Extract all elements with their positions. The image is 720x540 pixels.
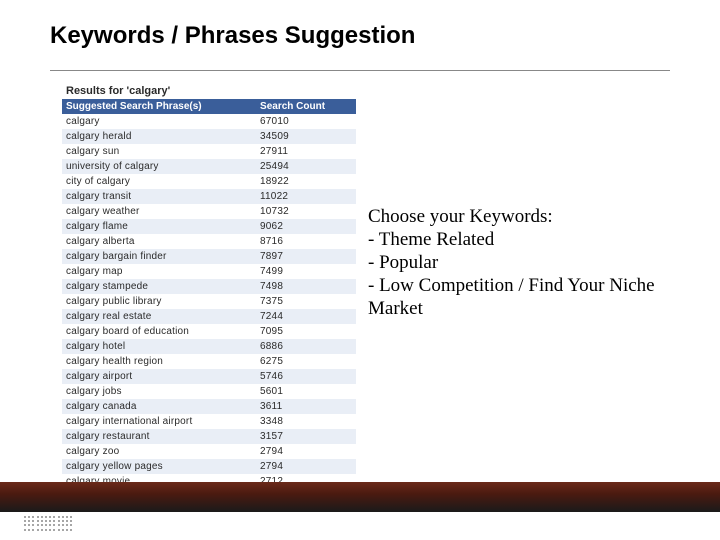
cell-phrase: calgary bbox=[62, 114, 256, 129]
cell-phrase: calgary board of education bbox=[62, 324, 256, 339]
cell-count: 7499 bbox=[256, 264, 356, 279]
page-title: Keywords / Phrases Suggestion bbox=[50, 22, 415, 50]
cell-phrase: calgary sun bbox=[62, 144, 256, 159]
col-phrase: Suggested Search Phrase(s) bbox=[62, 99, 256, 114]
cell-count: 3348 bbox=[256, 414, 356, 429]
tips-line: Choose your Keywords: bbox=[368, 205, 678, 228]
col-count: Search Count bbox=[256, 99, 356, 114]
cell-count: 7095 bbox=[256, 324, 356, 339]
table-row: calgary jobs5601 bbox=[62, 384, 356, 399]
cell-count: 7244 bbox=[256, 309, 356, 324]
tips-line: - Theme Related bbox=[368, 228, 678, 251]
cell-count: 2794 bbox=[256, 444, 356, 459]
table-row: calgary public library7375 bbox=[62, 294, 356, 309]
cell-phrase: calgary herald bbox=[62, 129, 256, 144]
cell-phrase: calgary canada bbox=[62, 399, 256, 414]
cell-count: 7498 bbox=[256, 279, 356, 294]
results-table: Suggested Search Phrase(s) Search Count … bbox=[62, 99, 356, 489]
table-row: city of calgary18922 bbox=[62, 174, 356, 189]
cell-phrase: calgary map bbox=[62, 264, 256, 279]
table-row: calgary map7499 bbox=[62, 264, 356, 279]
table-row: calgary bargain finder7897 bbox=[62, 249, 356, 264]
table-row: calgary transit11022 bbox=[62, 189, 356, 204]
cell-phrase: calgary hotel bbox=[62, 339, 256, 354]
cell-phrase: calgary stampede bbox=[62, 279, 256, 294]
title-divider bbox=[50, 70, 670, 71]
table-row: calgary zoo2794 bbox=[62, 444, 356, 459]
cell-phrase: calgary restaurant bbox=[62, 429, 256, 444]
table-row: university of calgary25494 bbox=[62, 159, 356, 174]
table-row: calgary yellow pages2794 bbox=[62, 459, 356, 474]
cell-count: 2794 bbox=[256, 459, 356, 474]
tips-line: - Low Competition / Find Your Niche Mark… bbox=[368, 274, 678, 320]
cell-phrase: calgary bargain finder bbox=[62, 249, 256, 264]
cell-count: 5746 bbox=[256, 369, 356, 384]
cell-count: 8716 bbox=[256, 234, 356, 249]
table-row: calgary herald34509 bbox=[62, 129, 356, 144]
cell-count: 34509 bbox=[256, 129, 356, 144]
cell-count: 6275 bbox=[256, 354, 356, 369]
table-row: calgary hotel6886 bbox=[62, 339, 356, 354]
tips-line: - Popular bbox=[368, 251, 678, 274]
cell-count: 25494 bbox=[256, 159, 356, 174]
cell-count: 3157 bbox=[256, 429, 356, 444]
table-row: calgary canada3611 bbox=[62, 399, 356, 414]
tips-text: Choose your Keywords: - Theme Related - … bbox=[368, 205, 678, 320]
table-row: calgary67010 bbox=[62, 114, 356, 129]
cell-count: 9062 bbox=[256, 219, 356, 234]
table-row: calgary stampede7498 bbox=[62, 279, 356, 294]
cell-phrase: city of calgary bbox=[62, 174, 256, 189]
table-row: calgary restaurant3157 bbox=[62, 429, 356, 444]
cell-count: 7375 bbox=[256, 294, 356, 309]
cell-phrase: calgary jobs bbox=[62, 384, 256, 399]
footer-bar bbox=[0, 482, 720, 512]
cell-phrase: calgary health region bbox=[62, 354, 256, 369]
table-row: calgary real estate7244 bbox=[62, 309, 356, 324]
slide: Keywords / Phrases Suggestion Results fo… bbox=[0, 0, 720, 540]
cell-count: 5601 bbox=[256, 384, 356, 399]
cell-count: 10732 bbox=[256, 204, 356, 219]
cell-phrase: calgary zoo bbox=[62, 444, 256, 459]
cell-phrase: calgary alberta bbox=[62, 234, 256, 249]
table-row: calgary airport5746 bbox=[62, 369, 356, 384]
table-row: calgary weather10732 bbox=[62, 204, 356, 219]
results-panel: Results for 'calgary' Suggested Search P… bbox=[62, 84, 356, 489]
cell-phrase: calgary yellow pages bbox=[62, 459, 256, 474]
cell-phrase: calgary public library bbox=[62, 294, 256, 309]
table-row: calgary board of education7095 bbox=[62, 324, 356, 339]
cell-phrase: calgary transit bbox=[62, 189, 256, 204]
table-header-row: Suggested Search Phrase(s) Search Count bbox=[62, 99, 356, 114]
cell-phrase: university of calgary bbox=[62, 159, 256, 174]
cell-phrase: calgary real estate bbox=[62, 309, 256, 324]
cell-count: 18922 bbox=[256, 174, 356, 189]
cell-count: 67010 bbox=[256, 114, 356, 129]
cell-phrase: calgary airport bbox=[62, 369, 256, 384]
table-row: calgary international airport3348 bbox=[62, 414, 356, 429]
cell-count: 11022 bbox=[256, 189, 356, 204]
table-row: calgary flame9062 bbox=[62, 219, 356, 234]
cell-phrase: calgary weather bbox=[62, 204, 256, 219]
cell-count: 3611 bbox=[256, 399, 356, 414]
footer-dots bbox=[24, 516, 80, 534]
cell-count: 7897 bbox=[256, 249, 356, 264]
results-heading: Results for 'calgary' bbox=[62, 84, 356, 99]
table-row: calgary alberta8716 bbox=[62, 234, 356, 249]
table-row: calgary health region6275 bbox=[62, 354, 356, 369]
cell-count: 27911 bbox=[256, 144, 356, 159]
table-row: calgary sun27911 bbox=[62, 144, 356, 159]
cell-phrase: calgary flame bbox=[62, 219, 256, 234]
cell-phrase: calgary international airport bbox=[62, 414, 256, 429]
cell-count: 6886 bbox=[256, 339, 356, 354]
